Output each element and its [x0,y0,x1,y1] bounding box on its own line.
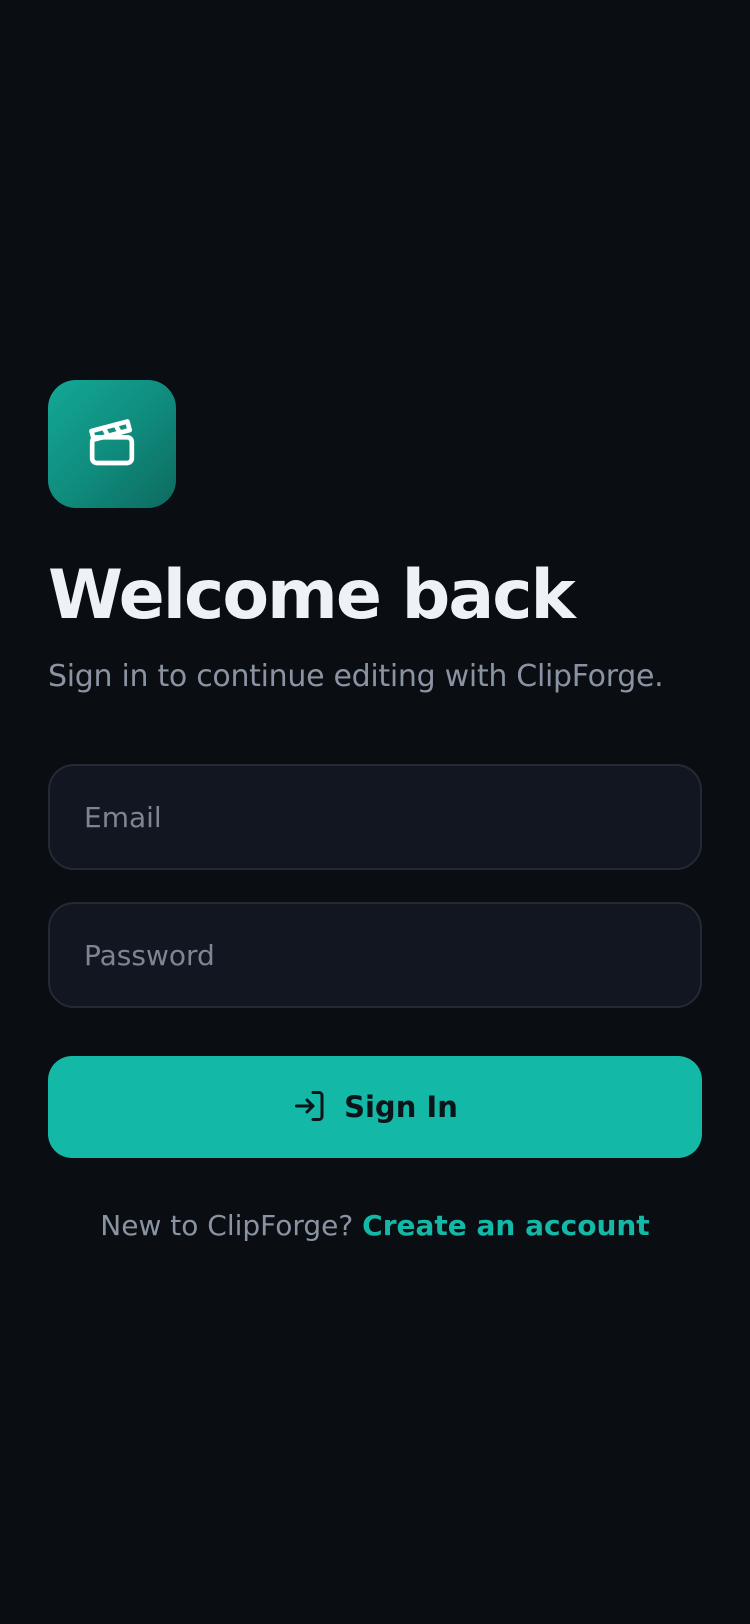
create-account-link[interactable]: Create an account [362,1209,650,1242]
log-in-icon [292,1088,328,1127]
app-logo [48,380,176,508]
signup-prompt-text: New to ClipForge? [100,1209,354,1242]
email-field[interactable] [48,764,702,870]
page-subtitle: Sign in to continue editing with ClipFor… [48,659,664,694]
sign-in-label: Sign In [344,1090,458,1124]
page-title: Welcome back [48,556,576,635]
login-screen: Welcome back Sign in to continue editing… [0,0,750,1624]
signup-prompt: New to ClipForge? Create an account [0,1206,750,1246]
password-field[interactable] [48,902,702,1008]
sign-in-button[interactable]: Sign In [48,1056,702,1158]
clapperboard-icon [84,414,140,474]
